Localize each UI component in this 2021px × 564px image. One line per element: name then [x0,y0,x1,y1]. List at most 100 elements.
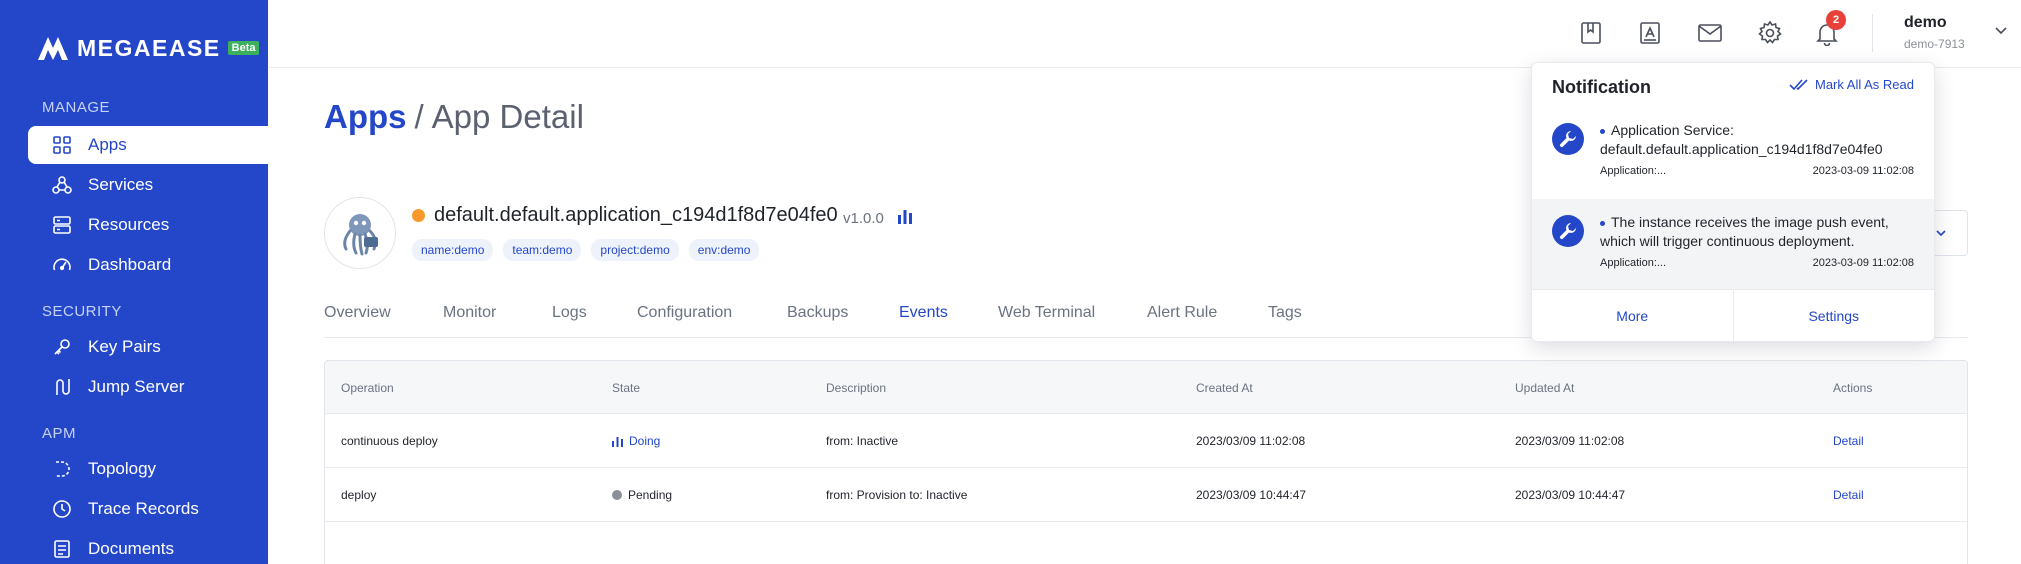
tab-alert-rule[interactable]: Alert Rule [1147,304,1217,322]
sidebar-item-services[interactable]: Services [28,166,268,204]
section-title-manage: MANAGE [42,99,111,116]
clock-icon [52,499,72,519]
sidebar-item-label: Dashboard [88,255,172,274]
notification-time: 2023-03-09 11:02:08 [1812,257,1914,269]
tab-monitor[interactable]: Monitor [443,304,496,322]
bell-icon[interactable]: 2 [1814,10,1846,47]
cell-operation: continuous deploy [341,434,438,448]
state-label: Doing [629,434,661,448]
column-header: Actions [1833,381,1873,395]
sidebar: MEGAEASE Beta MANAGE Apps Services Resou… [0,0,268,564]
app-status-dot [412,209,425,222]
doing-bars-icon [612,436,623,447]
user-name[interactable]: demo [1904,14,1947,32]
detail-link[interactable]: Detail [1833,434,1864,448]
tab-logs[interactable]: Logs [552,304,587,322]
tab-backups[interactable]: Backups [787,304,848,322]
cell-operation: deploy [341,488,377,502]
dashboard-icon [52,255,72,275]
megaease-logo-icon [38,37,68,60]
column-header: State [612,381,641,395]
notification-item[interactable]: Application Service: default.default.app… [1532,109,1934,199]
jump-server-icon [52,377,72,397]
gear-icon[interactable] [1757,20,1783,46]
events-table: Operation State Description Created At U… [324,360,1968,564]
notification-count-badge: 2 [1826,10,1846,30]
tab-web-terminal[interactable]: Web Terminal [998,304,1095,322]
sidebar-item-label: Jump Server [88,377,185,396]
notification-title: Notification [1552,77,1651,97]
mark-all-read-label: Mark All As Read [1815,77,1914,92]
actions-dropdown-button[interactable] [1930,210,1968,256]
sidebar-item-resources[interactable]: Resources [28,206,268,244]
cell-updated-at: 2023/03/09 10:44:47 [1515,488,1626,502]
sidebar-item-jump-server[interactable]: Jump Server [28,368,268,406]
app-store-icon[interactable] [1637,20,1663,46]
app-tag: team:demo [503,239,582,261]
cell-description: from: Inactive [826,434,899,448]
notification-source: Application:... [1600,257,1667,269]
wrench-icon [1552,123,1584,155]
cell-created-at: 2023/03/09 11:02:08 [1196,434,1306,448]
sidebar-item-label: Resources [88,215,170,234]
brand-logo[interactable]: MEGAEASE Beta [36,34,260,62]
octopus-logo-icon [343,214,378,256]
sidebar-item-documents[interactable]: Documents [28,530,268,564]
document-icon [52,539,72,559]
settings-button[interactable]: Settings [1732,290,1935,341]
sidebar-item-label: Documents [88,539,174,558]
cell-updated-at: 2023/03/09 11:02:08 [1515,434,1625,448]
table-row: continuous deploy Doing from: Inactive 2… [325,414,1967,468]
bookmark-icon[interactable] [1578,20,1604,46]
notification-item[interactable]: The instance receives the image push eve… [1532,199,1934,289]
sidebar-item-apps[interactable]: Apps [28,126,268,164]
unread-dot [1600,128,1605,134]
cell-description: from: Provision to: Inactive [826,488,968,502]
sidebar-item-label: Topology [88,459,157,478]
chevron-down-icon[interactable] [1993,22,2009,38]
notification-message: The instance receives the image push eve… [1600,214,1889,249]
beta-badge: Beta [227,41,260,55]
app-tag: name:demo [412,239,494,261]
table-header: Operation State Description Created At U… [325,361,1967,414]
more-button[interactable]: More [1532,290,1733,341]
notification-message: Application Service: default.default.app… [1600,122,1883,157]
topbar-divider [1872,14,1873,52]
breadcrumb-root[interactable]: Apps [324,98,407,135]
tab-overview[interactable]: Overview [324,304,391,322]
column-header: Created At [1196,381,1253,395]
bar-chart-icon[interactable] [896,207,914,225]
sidebar-item-label: Services [88,175,154,194]
sidebar-item-label: Trace Records [88,499,199,518]
app-tag: env:demo [688,239,760,261]
services-icon [52,175,72,195]
sidebar-item-key-pairs[interactable]: Key Pairs [28,328,268,366]
app-name: default.default.application_c194d1f8d7e0… [434,204,838,226]
sidebar-item-trace-records[interactable]: Trace Records [28,490,268,528]
sidebar-item-topology[interactable]: Topology [28,450,268,488]
sidebar-item-label: Apps [88,135,127,154]
chevron-down-icon [1936,230,1946,237]
cell-state: Doing [612,434,660,448]
breadcrumb-current: App Detail [431,98,584,135]
notification-footer: More Settings [1532,289,1934,341]
section-title-security: SECURITY [42,303,122,320]
tab-configuration[interactable]: Configuration [637,304,732,322]
sidebar-item-dashboard[interactable]: Dashboard [28,246,268,284]
tab-tags[interactable]: Tags [1268,304,1302,322]
double-check-icon [1789,78,1808,90]
breadcrumb: Apps / App Detail [324,98,584,136]
mark-all-read-button[interactable]: Mark All As Read [1789,77,1914,92]
mail-icon[interactable] [1697,20,1723,46]
unread-dot [1600,220,1605,226]
pending-dot-icon [612,490,622,500]
column-header: Operation [341,381,394,395]
notification-source: Application:... [1600,165,1667,177]
notification-time: 2023-03-09 11:02:08 [1812,165,1914,177]
apps-grid-icon [52,135,72,155]
resources-icon [52,215,72,235]
column-header: Updated At [1515,381,1575,395]
cell-state: Pending [612,488,672,502]
tab-events[interactable]: Events [899,304,948,322]
detail-link[interactable]: Detail [1833,488,1864,502]
